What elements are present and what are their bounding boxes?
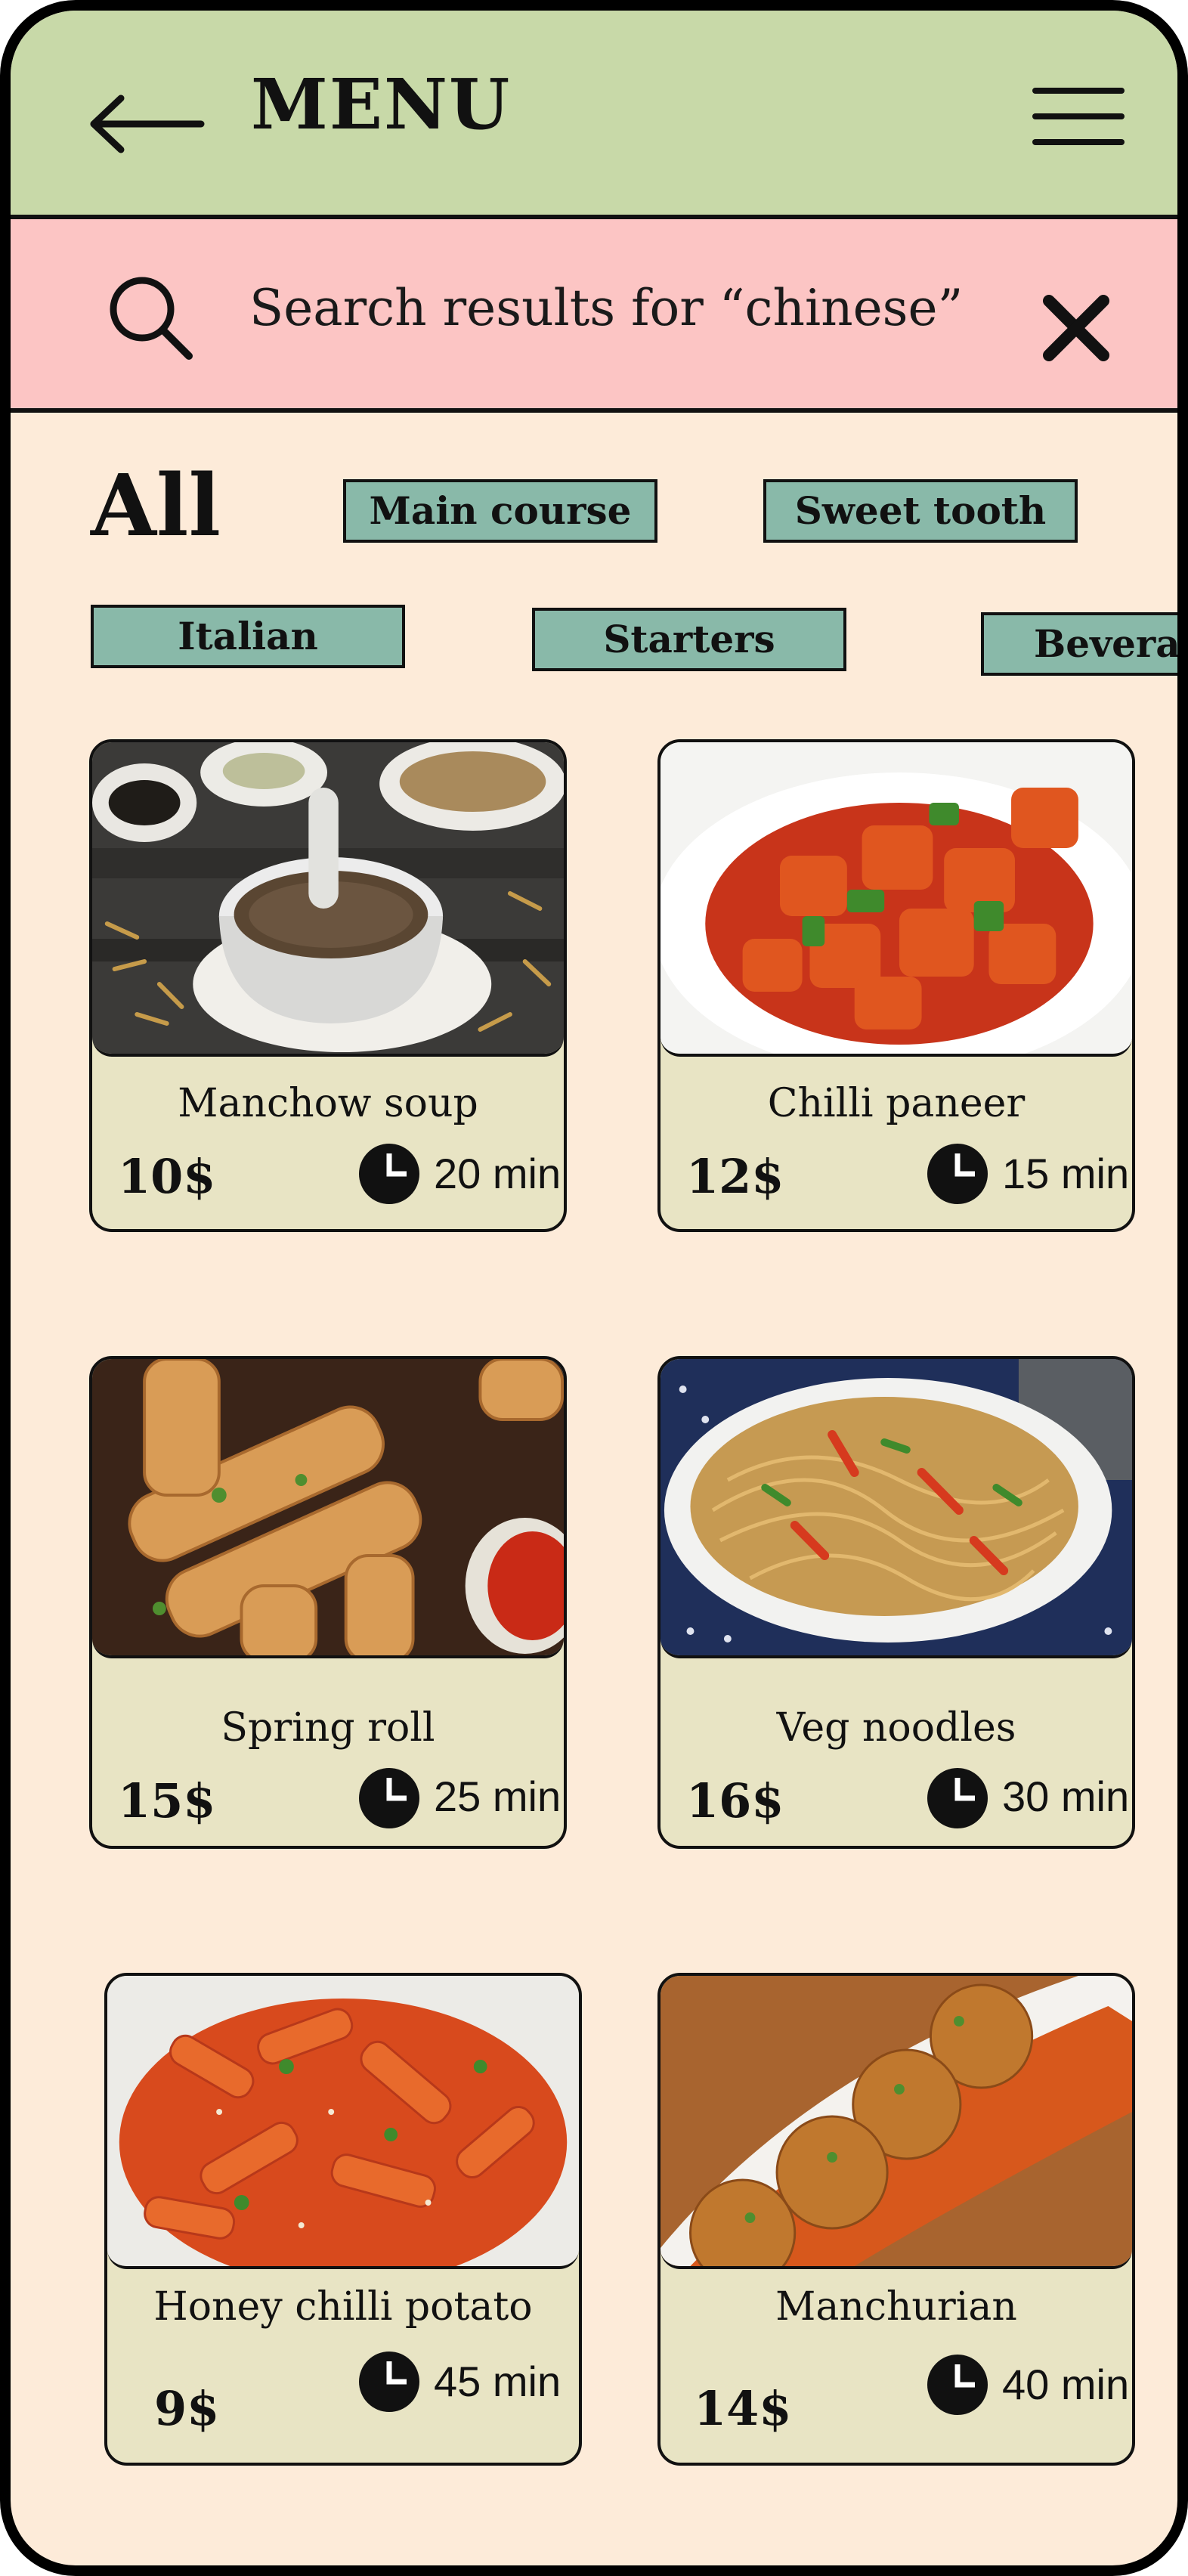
dish-card[interactable]: Manchurian 14$ 40 min [657, 1973, 1135, 2466]
dish-card[interactable]: Manchow soup 10$ 20 min [89, 739, 567, 1232]
hamburger-icon [1032, 88, 1125, 145]
page-title: MENU [251, 63, 512, 145]
dish-time: 20 min [434, 1150, 562, 1197]
hamburger-menu-button[interactable] [1032, 88, 1125, 153]
category-all[interactable]: All [91, 464, 221, 549]
dish-photo [661, 742, 1132, 1057]
chip-sweet-tooth[interactable]: Sweet tooth [763, 479, 1078, 543]
dish-name: Veg noodles [776, 1705, 1016, 1751]
app-header: MENU [11, 11, 1177, 219]
clock-icon [359, 1144, 419, 1204]
dish-price: 9$ [154, 2381, 220, 2436]
dish-name: Spring roll [221, 1705, 435, 1751]
dish-time: 40 min [1002, 2361, 1130, 2408]
chip-italian[interactable]: Italian [91, 605, 405, 668]
dish-price: 12$ [686, 1149, 784, 1204]
close-icon[interactable] [1038, 290, 1114, 366]
clock-icon [927, 2355, 988, 2415]
dish-name: Honey chilli potato [153, 2284, 533, 2330]
dish-card[interactable]: Spring roll 15$ 25 min [89, 1356, 567, 1849]
dish-name: Manchurian [775, 2284, 1017, 2330]
clock-icon [359, 2352, 419, 2412]
dish-photo [107, 1976, 579, 2269]
clock-icon [359, 1768, 419, 1828]
search-input[interactable] [249, 279, 1005, 337]
dish-card[interactable]: Honey chilli potato 9$ 45 min [104, 1973, 582, 2466]
dish-price: 16$ [686, 1773, 784, 1828]
dish-photo [92, 742, 564, 1057]
dish-card[interactable]: Veg noodles 16$ 30 min [657, 1356, 1135, 1849]
dish-name: Chilli paneer [767, 1081, 1026, 1126]
dish-photo [661, 1359, 1132, 1658]
dish-time: 25 min [434, 1773, 562, 1820]
chip-beverages[interactable]: Beverages [981, 612, 1177, 676]
search-icon[interactable] [104, 271, 195, 362]
dish-price: 14$ [694, 2381, 792, 2436]
dish-time: 45 min [434, 2358, 562, 2405]
phone-frame: MENU All Main course Sweet tooth Italian… [0, 0, 1188, 2576]
dish-time: 15 min [1002, 1150, 1130, 1197]
arrow-left-icon [90, 94, 205, 153]
dish-photo [661, 1976, 1132, 2269]
back-button[interactable] [86, 94, 207, 154]
clock-icon [927, 1768, 988, 1828]
clock-icon [927, 1144, 988, 1204]
dish-card[interactable]: Chilli paneer 12$ 15 min [657, 739, 1135, 1232]
dish-price: 10$ [118, 1149, 216, 1204]
dish-photo [92, 1359, 564, 1658]
dish-price: 15$ [118, 1773, 216, 1828]
chip-main-course[interactable]: Main course [343, 479, 657, 543]
dish-name: Manchow soup [178, 1081, 478, 1126]
dish-time: 30 min [1002, 1773, 1130, 1820]
chip-starters[interactable]: Starters [532, 608, 846, 671]
